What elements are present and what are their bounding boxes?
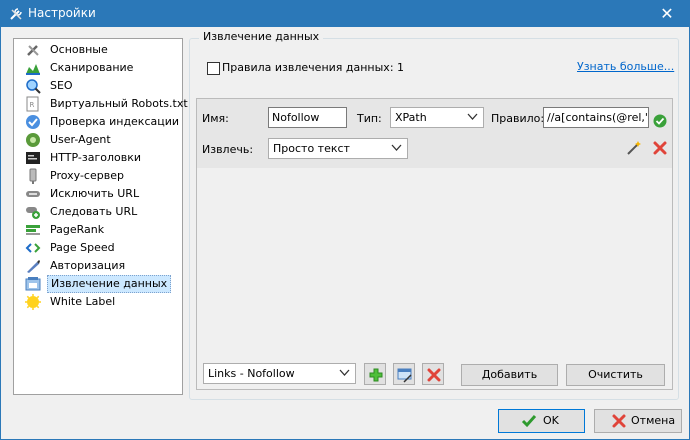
sidebar-item-label: Виртуальный Robots.txt: [50, 97, 188, 110]
close-button[interactable]: ✕: [645, 1, 689, 27]
cancel-x-icon: [611, 413, 627, 429]
follow-url-icon: [25, 204, 41, 220]
white-label-icon: [25, 294, 41, 310]
sidebar-item-label: White Label: [50, 295, 116, 308]
add-preset-button[interactable]: [364, 363, 386, 385]
svg-text:R: R: [30, 101, 35, 109]
window-edit-icon: [397, 368, 412, 383]
delete-icon: [427, 368, 441, 382]
plus-icon: [369, 368, 383, 382]
rule-input[interactable]: //a[contains(@rel,'n: [543, 107, 649, 128]
sidebar-item-label: Основные: [50, 43, 108, 56]
chevron-down-icon: [467, 111, 478, 122]
type-label: Тип:: [357, 112, 382, 125]
tools-icon: [25, 42, 41, 58]
check-icon: [521, 413, 537, 429]
delete-rule-icon[interactable]: [652, 140, 668, 156]
name-input[interactable]: Nofollow: [268, 107, 347, 128]
sidebar-item-label: HTTP-заголовки: [50, 151, 142, 164]
sidebar-item-label: Сканирование: [50, 61, 134, 74]
delete-preset-button[interactable]: [422, 363, 444, 385]
index-check-icon: [25, 114, 41, 130]
rule-label: Правило:: [491, 112, 545, 125]
http-headers-icon: [25, 150, 41, 166]
window-title: Настройки: [28, 6, 96, 20]
ok-button[interactable]: OK: [498, 409, 585, 433]
sidebar-item-label: Следовать URL: [50, 205, 138, 218]
data-extraction-icon: [25, 276, 41, 292]
valid-check-icon: [653, 114, 667, 128]
auth-pen-icon: [25, 258, 41, 274]
scan-chart-icon: [25, 60, 41, 76]
learn-more-link[interactable]: Узнать больше...: [577, 60, 674, 73]
type-select-value: XPath: [395, 111, 427, 124]
rules-checkbox-label: Правила извлечения данных: 1: [222, 61, 405, 74]
group-title: Извлечение данных: [199, 30, 324, 43]
name-label: Имя:: [202, 112, 229, 125]
cancel-button[interactable]: Отмена: [594, 409, 682, 433]
ok-label: OK: [543, 414, 559, 427]
sidebar-item-label: Авторизация: [50, 259, 126, 272]
chevron-down-icon: [391, 142, 402, 153]
extract-label: Извлечь:: [202, 143, 254, 156]
user-agent-icon: [25, 132, 41, 148]
page-speed-icon: [25, 240, 41, 256]
settings-category-tree[interactable]: Основные Сканирование SEO R Виртуальный …: [13, 38, 188, 395]
sidebar-item-label: SEO: [50, 79, 73, 92]
sidebar-item-label: Page Speed: [50, 241, 115, 254]
preset-select-value: Links - Nofollow: [208, 367, 295, 380]
extract-select-value: Просто текст: [273, 142, 350, 155]
preset-select[interactable]: Links - Nofollow: [203, 363, 356, 384]
sidebar-item-label: PageRank: [50, 223, 105, 236]
chevron-down-icon: [339, 367, 350, 378]
extract-select[interactable]: Просто текст: [268, 138, 408, 159]
add-button[interactable]: Добавить: [461, 364, 558, 386]
exclude-url-icon: [25, 186, 41, 202]
cancel-label: Отмена: [631, 414, 676, 427]
tools-icon: [8, 6, 24, 22]
settings-window: Настройки ✕ Основные Сканирование SEO R …: [0, 0, 690, 440]
rules-checkbox[interactable]: [207, 62, 220, 75]
title-bar: Настройки ✕: [1, 1, 689, 27]
magic-wand-icon[interactable]: [626, 140, 642, 156]
sidebar-item-label: Исключить URL: [50, 187, 140, 200]
sidebar-item-label: Извлечение данных: [47, 275, 172, 293]
sidebar-item-label: Proxy-сервер: [50, 169, 124, 182]
sidebar-item-label: User-Agent: [50, 133, 111, 146]
edit-preset-button[interactable]: [393, 363, 415, 385]
robots-file-icon: R: [25, 96, 41, 112]
pagerank-icon: [25, 222, 41, 238]
seo-magnifier-icon: [25, 78, 41, 94]
sidebar-item-label: Проверка индексации: [50, 115, 180, 128]
type-select[interactable]: XPath: [390, 107, 484, 128]
proxy-server-icon: [25, 168, 41, 184]
clear-button[interactable]: Очистить: [566, 364, 665, 386]
